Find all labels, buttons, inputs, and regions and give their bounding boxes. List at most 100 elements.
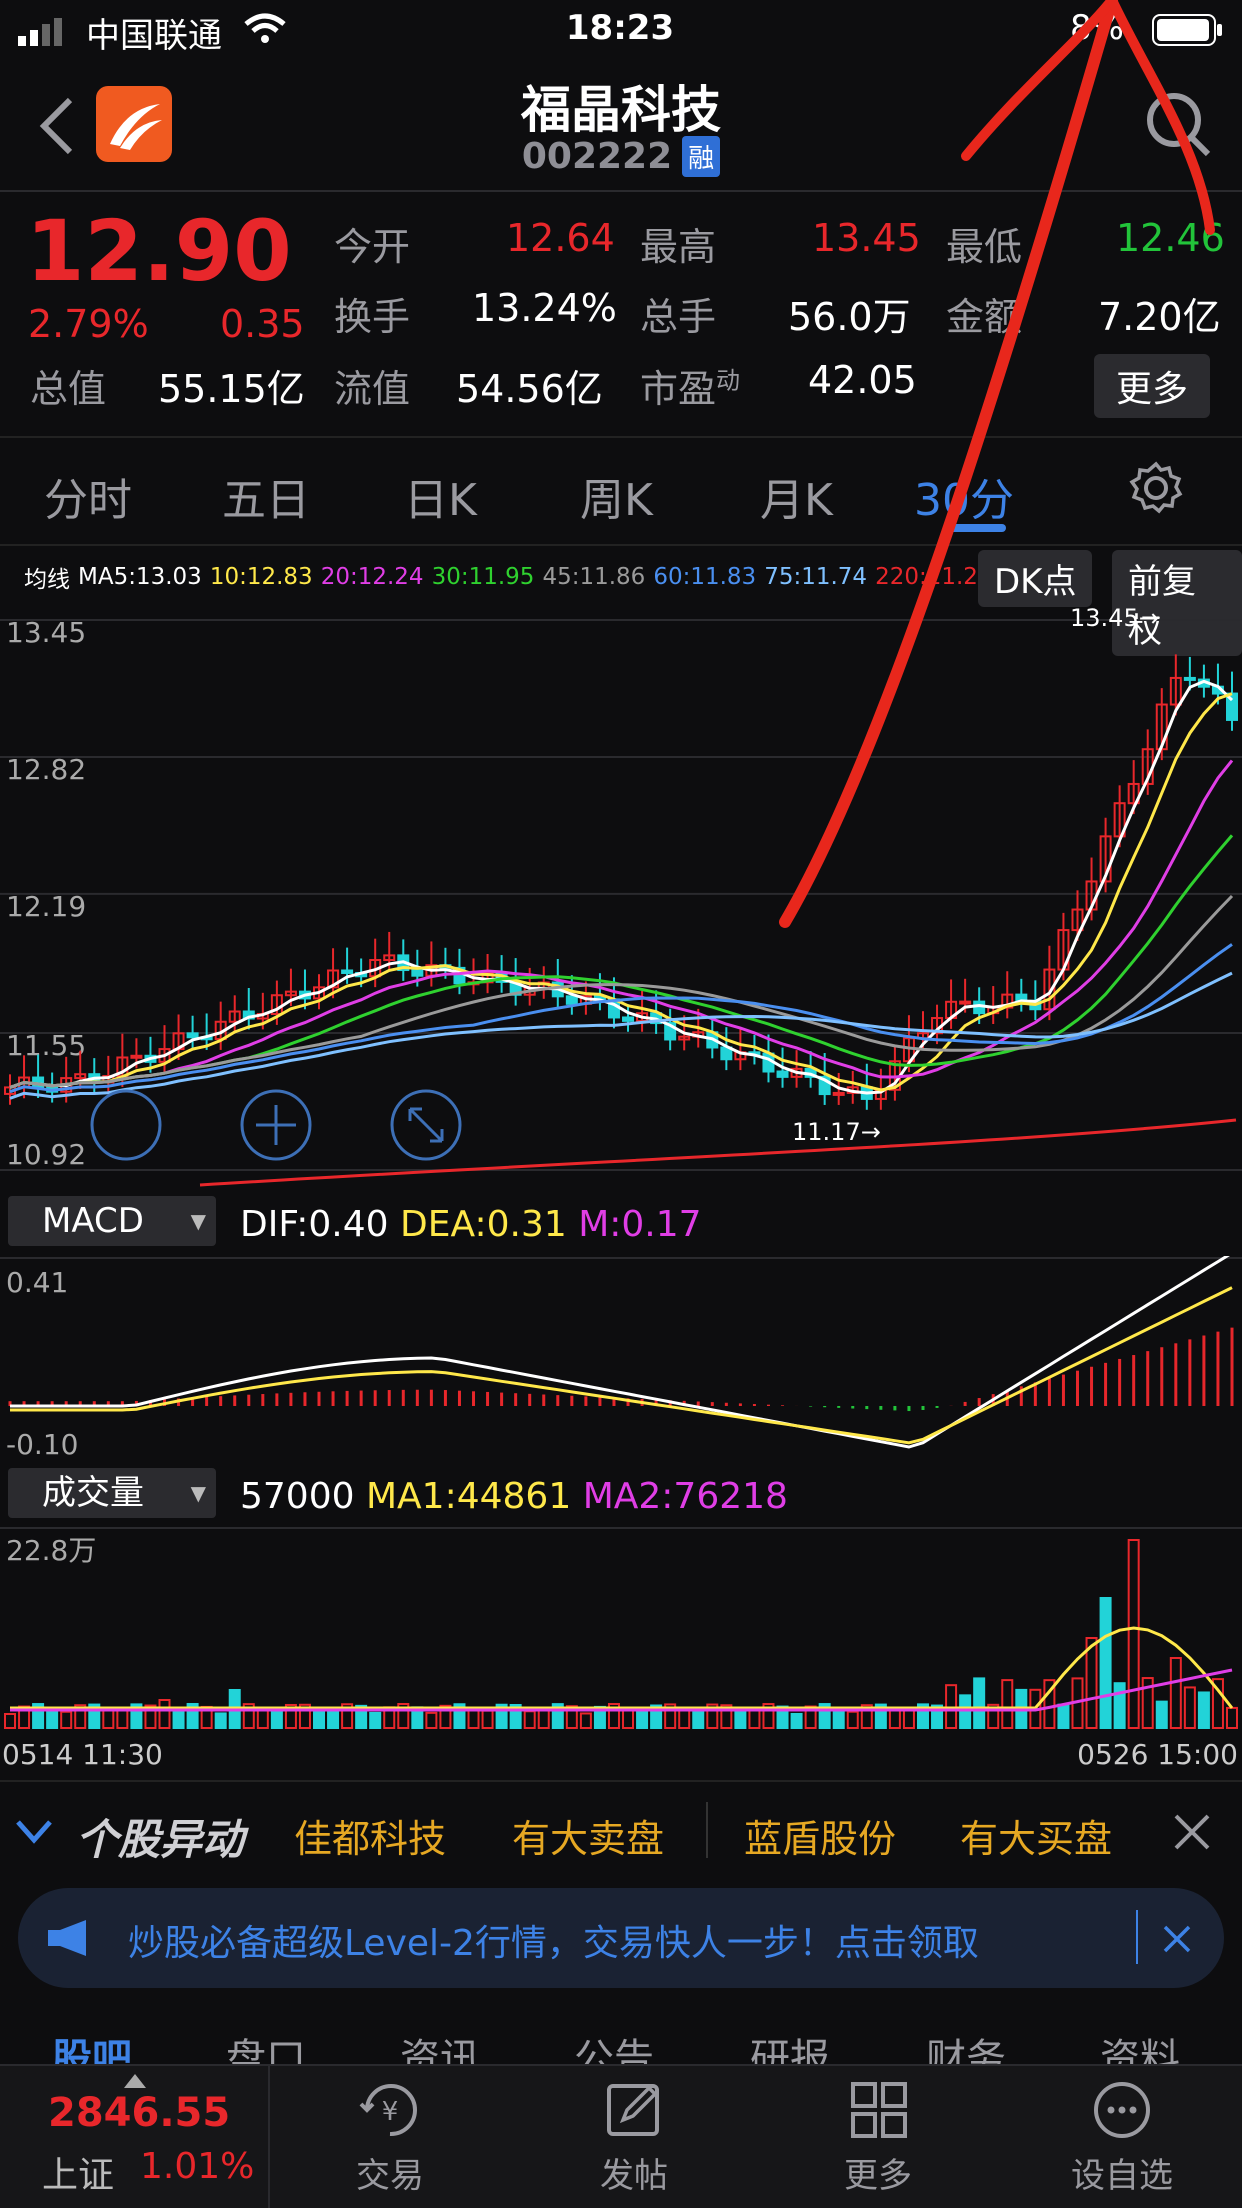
post-button[interactable]: 发帖 (564, 2080, 704, 2197)
x-axis-end-label: 0526 15:00 (1077, 1738, 1238, 1771)
volume-bar (1085, 1637, 1098, 1729)
subtab-pankou[interactable]: 盘口 (226, 2026, 306, 2064)
macd-dif-line (10, 1256, 1230, 1449)
more-label: 更多 (844, 2156, 912, 2196)
high-label: 最高 (640, 225, 717, 269)
more-button[interactable]: 更多 (1094, 354, 1211, 418)
macd-y-top: 0.41 (6, 1266, 68, 1299)
stock-alert-ticker: 个股异动 佳都科技 有大卖盘 蓝盾股份 有大买盘 (0, 1780, 1242, 1880)
tab-weekly-k[interactable]: 周K (580, 464, 653, 528)
volume-indicator-select[interactable]: 成交量 ▼ (8, 1468, 216, 1518)
subtab-research[interactable]: 研报 (750, 2026, 830, 2064)
tab-daily-k[interactable]: 日K (404, 464, 477, 528)
candle-body (1183, 676, 1196, 681)
kline-chart[interactable]: 13.45 12.82 12.19 11.55 10.92 13.45→ 11.17→ (0, 600, 1242, 1190)
y-axis-label: 12.19 (6, 890, 86, 923)
macd-header: MACD ▼ DIF:0.40 DEA:0.31 M:0.17 (0, 1196, 1242, 1256)
tab-30min[interactable]: 30分 (914, 464, 1014, 528)
volume-ma1-line (10, 1626, 1234, 1710)
dropdown-caret-icon: ▼ (190, 1481, 206, 1505)
volume-chart[interactable]: 22.8万 0514 11:30 0526 15:00 (0, 1526, 1242, 1776)
volume-bar (1001, 1679, 1014, 1729)
volume-bar (523, 1710, 536, 1730)
y-axis-label: 12.82 (6, 753, 86, 786)
volume-bar (4, 1713, 16, 1729)
volume-bar (60, 1710, 73, 1730)
volume-bar (425, 1711, 438, 1730)
volume-bar (1226, 1706, 1238, 1729)
candle-body (959, 1000, 972, 1005)
ma220-line (199, 1118, 1237, 1187)
open-value: 12.64 (506, 216, 615, 260)
watchlist-label: 设自选 (1071, 2156, 1173, 2196)
chevron-down-icon[interactable] (14, 1816, 54, 1848)
index-widget[interactable]: 2846.55 上证 1.01% (0, 2066, 270, 2208)
volume-bar (1155, 1700, 1168, 1729)
float-cap-value: 54.56亿 (456, 367, 603, 411)
ticker-item[interactable]: 蓝盾股份 (744, 1808, 896, 1863)
change-percent: 2.79% (28, 302, 149, 346)
subtab-guba[interactable]: 股吧 (52, 2026, 132, 2064)
macd-indicator-select[interactable]: MACD ▼ (8, 1196, 216, 1246)
macd-values: DIF:0.40 DEA:0.31 M:0.17 (240, 1204, 702, 1245)
index-name: 上证 (42, 2155, 115, 2196)
close-icon[interactable] (1172, 1812, 1212, 1852)
volume-bar (158, 1699, 171, 1729)
candle-body (186, 1032, 199, 1039)
tab-monthly-k[interactable]: 月K (760, 464, 833, 528)
search-icon[interactable] (1144, 90, 1214, 160)
tab-intraday[interactable]: 分时 (44, 464, 132, 528)
close-icon[interactable] (1162, 1924, 1192, 1954)
volume-ma2: MA2:76218 (582, 1476, 788, 1517)
candle-body (622, 1016, 635, 1022)
volume-bar (888, 1709, 901, 1729)
quote-panel: 12.90 2.79% 0.35 总值 55.15亿 今开 12.64 换手 1… (0, 194, 1242, 434)
volume-bar (1099, 1597, 1112, 1729)
compose-icon (607, 2084, 659, 2136)
trade-label: 交易 (356, 2156, 424, 2196)
turnover-label: 换手 (334, 295, 411, 339)
subtab-news[interactable]: 资讯 (400, 2026, 480, 2064)
prev-icon (90, 1089, 162, 1161)
candle-body (832, 1091, 845, 1096)
ma-value: 10:12.83 (209, 564, 313, 590)
carrier-name: 中国联通 (86, 16, 222, 56)
ticker-item[interactable]: 佳都科技 (294, 1808, 446, 1863)
volume-bar (636, 1711, 649, 1729)
macd-y-bottom: -0.10 (6, 1428, 78, 1461)
subtab-finance[interactable]: 财务 (926, 2026, 1006, 2064)
margin-badge: 融 (682, 136, 721, 177)
volume-bar (579, 1712, 592, 1729)
tab-five-day[interactable]: 五日 (222, 464, 310, 528)
bottom-toolbar: 2846.55 上证 1.01% ¥ 交易 发帖 更多 设自选 (0, 2064, 1242, 2208)
candle-body (776, 1070, 789, 1078)
volume-bar (116, 1708, 129, 1729)
volume-values: 57000 MA1:44861 MA2:76218 (240, 1476, 788, 1517)
stock-name: 福晶科技 (521, 81, 721, 139)
ticker-item[interactable]: 有大买盘 (960, 1808, 1112, 1863)
ma-value: 30:11.95 (431, 564, 535, 590)
float-cap-label: 流值 (334, 367, 411, 411)
last-price: 12.90 (26, 202, 292, 300)
ma-values: 均线 MA5:13.03 10:12.83 20:12.24 30:11.95 45:1… (24, 560, 993, 594)
dk-point-button[interactable]: DK点 (978, 550, 1093, 607)
settings-gear-icon[interactable] (1128, 460, 1184, 516)
turnover-value: 13.24% (472, 286, 617, 330)
volume-select-label: 成交量 (42, 1473, 144, 1513)
subtab-profile[interactable]: 资料 (1100, 2026, 1180, 2064)
volume-bar (1183, 1686, 1196, 1729)
pe-value: 42.05 (808, 358, 917, 402)
promo-banner[interactable]: 炒股必备超级Level-2行情，交易快人一步！点击领取 (18, 1888, 1224, 1988)
ticker-item[interactable]: 有大卖盘 (512, 1808, 664, 1863)
more-menu-button[interactable]: 更多 (808, 2080, 948, 2197)
volume-ma1: MA1:44861 (365, 1476, 572, 1517)
macd-chart[interactable]: 0.41 -0.10 (0, 1256, 1242, 1466)
stock-header: 福晶科技 002222 融 (0, 62, 1242, 192)
promo-text: 炒股必备超级Level-2行情，交易快人一步！点击领取 (128, 1923, 979, 1964)
watchlist-settings-button[interactable]: 设自选 (1052, 2080, 1192, 2197)
dropdown-caret-icon: ▼ (190, 1209, 206, 1233)
stock-code-row: 002222 融 (0, 136, 1242, 177)
subtab-announcements[interactable]: 公告 (574, 2026, 654, 2064)
volume-bar (467, 1708, 480, 1730)
trade-button[interactable]: ¥ 交易 (320, 2080, 460, 2197)
